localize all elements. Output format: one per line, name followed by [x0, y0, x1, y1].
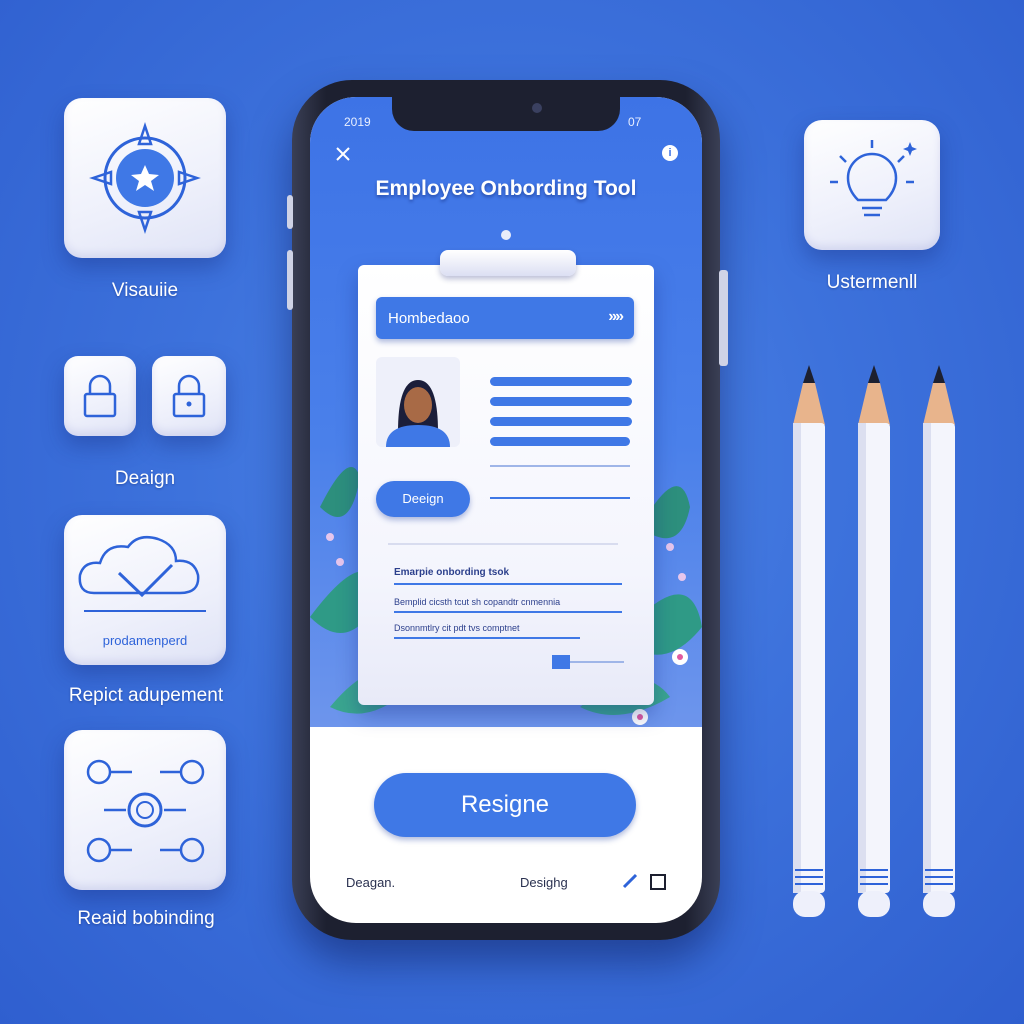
- checklist-item-1: Bemplid cicsth tcut sh copandtr cnmennia: [394, 597, 561, 607]
- info-line: [490, 465, 630, 467]
- flow-diagram-icon: [86, 759, 205, 863]
- info-icon[interactable]: i: [662, 145, 678, 161]
- pencil-icon: [923, 365, 955, 917]
- phone-side-button[interactable]: [719, 270, 728, 366]
- checklist-heading: Emarpie onbording tsok: [394, 567, 510, 578]
- visual-tile-label: Visauiie: [111, 280, 179, 301]
- status-indicators: 07: [628, 115, 642, 129]
- compass-star-icon: [89, 122, 201, 234]
- lightbulb-icon: [830, 140, 917, 217]
- phone-notch: [392, 97, 620, 131]
- search-input[interactable]: Hombedaoo: [388, 310, 470, 327]
- pen-icon[interactable]: [622, 873, 638, 889]
- visual-tile[interactable]: [64, 98, 226, 258]
- lock-icon: [172, 374, 206, 418]
- divider: [388, 543, 618, 545]
- lock-icon: [83, 374, 117, 418]
- employee-card: Hombedaoo »» Deeign Emarpie onbording ts…: [358, 265, 654, 705]
- status-time: 2019: [344, 115, 371, 129]
- clipboard-clip: [440, 250, 576, 276]
- progress-marker: [552, 655, 570, 669]
- product-tile-label: Repict adupement: [68, 685, 224, 706]
- info-line: [490, 377, 632, 386]
- idea-tile-label: Ustermenll: [826, 272, 918, 293]
- checkbox[interactable]: [650, 874, 666, 890]
- lock-tile-2[interactable]: [152, 356, 226, 436]
- progress-track: [570, 661, 624, 663]
- primary-button[interactable]: Resigne: [374, 773, 636, 837]
- search-bar[interactable]: Hombedaoo »»: [376, 297, 634, 339]
- bottom-left-link[interactable]: Deagan.: [346, 875, 395, 890]
- onboarding-tile-label: Reaid bobinding: [77, 908, 215, 929]
- onboarding-tile[interactable]: [64, 730, 226, 890]
- pencil-icon: [858, 365, 890, 917]
- phone-screen: 2019 07 i Employee Onbording Tool Hombed…: [310, 97, 702, 923]
- pencil-icon: [793, 365, 825, 917]
- avatar: [376, 357, 460, 447]
- phone-side-button[interactable]: [287, 250, 293, 310]
- design-button[interactable]: Deeign: [376, 481, 470, 517]
- app-title: Employee Onbording Tool: [375, 177, 637, 200]
- checklist-underline: [394, 637, 580, 639]
- product-tile[interactable]: prodamenperd: [64, 515, 226, 665]
- clip-pin: [501, 230, 511, 240]
- chevron-right-icon[interactable]: »»: [608, 308, 624, 326]
- close-icon[interactable]: [336, 147, 350, 161]
- checklist-item-2: Dsonnmtlry cit pdt tvs comptnet: [394, 623, 520, 633]
- product-tile-text: prodamenperd: [102, 633, 188, 648]
- bottom-right-link[interactable]: Desighg: [520, 875, 568, 890]
- idea-tile[interactable]: [804, 120, 940, 250]
- info-line: [490, 437, 630, 446]
- checklist-underline: [394, 611, 622, 613]
- locks-label: Deaign: [114, 468, 176, 489]
- info-line: [490, 497, 630, 499]
- checklist-underline: [394, 583, 622, 585]
- info-line: [490, 397, 632, 406]
- info-line: [490, 417, 632, 426]
- phone-side-button[interactable]: [287, 195, 293, 229]
- lock-tile-1[interactable]: [64, 356, 136, 436]
- cloud-check-icon: [78, 536, 206, 612]
